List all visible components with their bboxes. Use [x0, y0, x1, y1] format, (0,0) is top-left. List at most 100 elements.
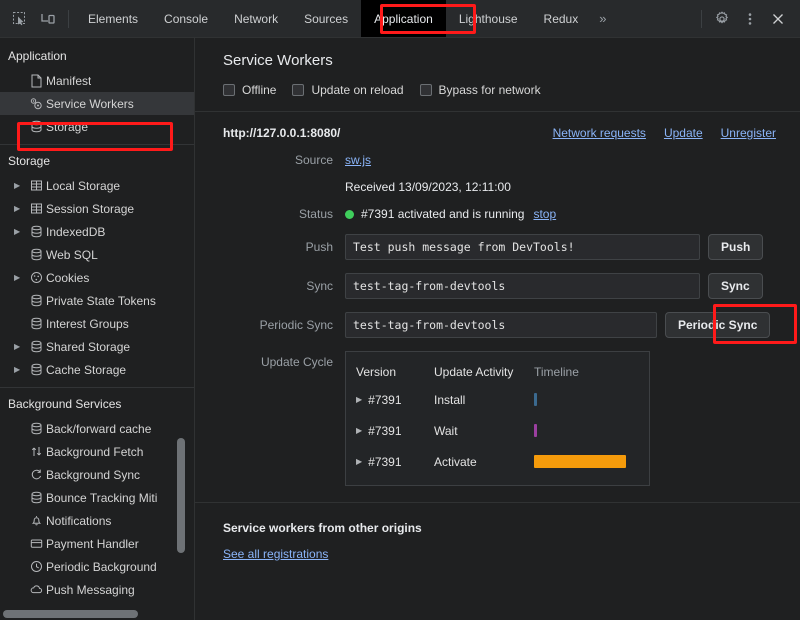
sidebar-item-service-workers[interactable]: Service Workers [0, 92, 194, 115]
sidebar-item-private-state-tokens[interactable]: Private State Tokens [0, 289, 194, 312]
database-icon [26, 421, 46, 437]
checkbox-box[interactable] [223, 84, 235, 96]
cell-timeline [534, 393, 649, 406]
sidebar-item-interest-groups[interactable]: Interest Groups [0, 312, 194, 335]
device-toolbar-icon[interactable] [34, 6, 62, 32]
sidebar-item-notifications[interactable]: Notifications [0, 509, 194, 532]
tab-elements[interactable]: Elements [75, 0, 151, 37]
tab-label: Sources [304, 11, 349, 26]
version-text: #7391 [368, 392, 402, 407]
sidebar-item-label: Session Storage [46, 201, 135, 216]
close-icon[interactable] [764, 6, 792, 32]
sidebar-group-title-storage: Storage [8, 154, 51, 168]
cell-activity: Wait [434, 423, 458, 438]
sidebar-item-background-fetch[interactable]: Background Fetch [0, 440, 194, 463]
gears-icon [26, 96, 46, 112]
database-icon [26, 224, 46, 240]
sidebar-item-background-sync[interactable]: Background Sync [0, 463, 194, 486]
update-link[interactable]: Update [664, 126, 703, 140]
devtools-toolbar: Elements Console Network Sources Applica… [0, 0, 800, 38]
sidebar-vertical-scrollbar[interactable] [177, 438, 185, 553]
expand-arrow-icon[interactable]: ▶ [14, 227, 26, 236]
panel-options-row: Offline Update on reload Bypass for netw… [223, 83, 800, 97]
source-file-link[interactable]: sw.js [345, 153, 371, 167]
expand-arrow-icon[interactable]: ▶ [14, 342, 26, 351]
tab-application[interactable]: Application [361, 0, 446, 37]
status-label: Status [298, 207, 333, 221]
checkbox-offline[interactable]: Offline [223, 83, 276, 97]
sidebar-item-web-sql[interactable]: Web SQL [0, 243, 194, 266]
toolbar-divider [68, 9, 69, 28]
network-requests-link[interactable]: Network requests [553, 126, 646, 140]
sync-input[interactable] [345, 273, 700, 299]
status-text: #7391 activated and is running [361, 207, 525, 221]
sidebar-item-local-storage[interactable]: ▶ Local Storage [0, 174, 194, 197]
checkbox-box[interactable] [419, 84, 432, 96]
checkbox-bypass-for-network[interactable]: Bypass for network [419, 83, 541, 97]
status-row: Status #7391 activated and is running st… [195, 207, 800, 221]
sidebar-item-label: Local Storage [46, 178, 121, 193]
sidebar-item-back-forward-cache[interactable]: Back/forward cache [0, 417, 194, 440]
tab-redux[interactable]: Redux [531, 0, 592, 37]
sidebar-item-manifest[interactable]: Manifest [0, 69, 194, 92]
tab-console[interactable]: Console [151, 0, 221, 37]
table-row[interactable]: ▶ #7391 Activate [346, 446, 649, 477]
periodic-sync-button[interactable]: Periodic Sync [665, 312, 771, 338]
cookie-icon [26, 270, 46, 286]
unregister-link[interactable]: Unregister [721, 126, 776, 140]
expand-arrow-icon[interactable]: ▶ [356, 457, 362, 466]
tab-network[interactable]: Network [221, 0, 291, 37]
push-button[interactable]: Push [708, 234, 764, 260]
sync-button[interactable]: Sync [708, 273, 763, 299]
table-icon [26, 201, 46, 217]
more-tabs-icon[interactable]: » [591, 0, 614, 37]
database-icon [26, 119, 46, 135]
expand-arrow-icon[interactable]: ▶ [14, 365, 26, 374]
checkbox-box[interactable] [292, 84, 305, 96]
sidebar-horizontal-scrollbar[interactable] [3, 610, 138, 618]
sidebar-item-push-messaging[interactable]: Push Messaging [0, 578, 194, 601]
sidebar-item-label: Cookies [46, 270, 90, 285]
sidebar-item-shared-storage[interactable]: ▶ Shared Storage [0, 335, 194, 358]
sidebar-item-session-storage[interactable]: ▶ Session Storage [0, 197, 194, 220]
sidebar-item-cache-storage[interactable]: ▶ Cache Storage [0, 358, 194, 381]
expand-arrow-icon[interactable]: ▶ [356, 395, 362, 404]
table-icon [26, 178, 46, 194]
version-text: #7391 [368, 454, 402, 469]
expand-arrow-icon[interactable]: ▶ [356, 426, 362, 435]
tab-label: Application [374, 11, 433, 26]
tab-sources[interactable]: Sources [291, 0, 361, 37]
table-row[interactable]: ▶ #7391 Install [346, 384, 649, 415]
push-input[interactable] [345, 234, 700, 260]
sidebar-item-label: Storage [46, 119, 89, 134]
table-row[interactable]: ▶ #7391 Wait [346, 415, 649, 446]
update-cycle-row: Update Cycle Version Update Activity Tim… [195, 351, 800, 486]
more-options-icon[interactable] [736, 6, 764, 32]
checkbox-update-on-reload[interactable]: Update on reload [292, 83, 404, 97]
toolbar-divider-right [701, 9, 702, 28]
periodic-sync-input[interactable] [345, 312, 657, 338]
sidebar-item-storage[interactable]: Storage [0, 115, 194, 138]
sidebar-item-label: Service Workers [46, 96, 134, 111]
gear-icon[interactable] [708, 6, 736, 32]
expand-arrow-icon[interactable]: ▶ [14, 181, 26, 190]
sidebar-item-indexeddb[interactable]: ▶ IndexedDB [0, 220, 194, 243]
expand-arrow-icon[interactable]: ▶ [14, 204, 26, 213]
timeline-bar [534, 393, 537, 406]
inspect-element-icon[interactable] [6, 6, 34, 32]
expand-arrow-icon[interactable]: ▶ [14, 273, 26, 282]
sidebar-item-periodic-background-sync[interactable]: Periodic Background [0, 555, 194, 578]
source-row: Source sw.js [195, 153, 800, 167]
tab-lighthouse[interactable]: Lighthouse [446, 0, 531, 37]
cell-version: ▶ #7391 [356, 455, 434, 469]
sidebar-item-label: Background Fetch [46, 444, 144, 459]
see-all-registrations-link[interactable]: See all registrations [223, 547, 328, 561]
stop-link[interactable]: stop [533, 207, 556, 221]
arrows-updown-icon [26, 444, 46, 460]
sidebar-item-payment-handler[interactable]: Payment Handler [0, 532, 194, 555]
sidebar-item-bounce-tracking-mitigations[interactable]: Bounce Tracking Miti [0, 486, 194, 509]
database-icon [26, 293, 46, 309]
update-cycle-label: Update Cycle [260, 355, 333, 369]
sidebar-item-cookies[interactable]: ▶ Cookies [0, 266, 194, 289]
sidebar-item-label: Payment Handler [46, 536, 139, 551]
